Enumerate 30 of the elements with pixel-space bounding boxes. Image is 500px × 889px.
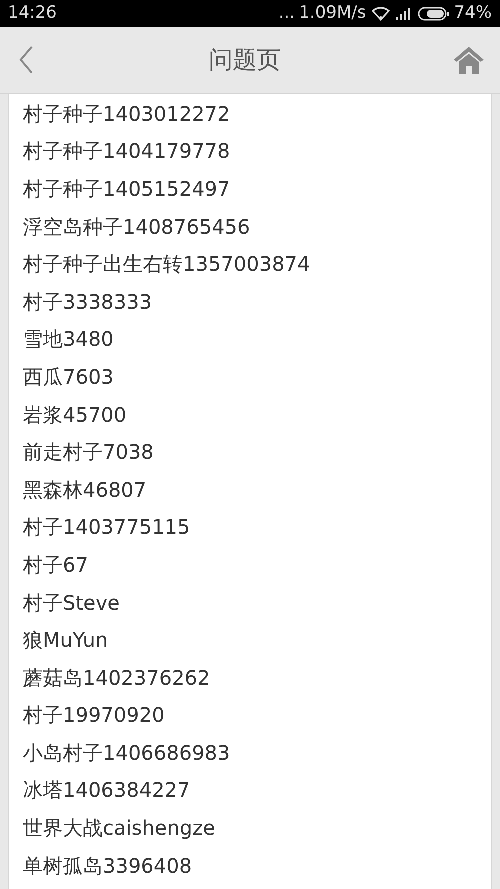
page-title: 问题页 [209,45,281,76]
list-item[interactable]: 村子67 [9,546,491,584]
list-item[interactable]: 冰塔1406384227 [9,772,491,810]
list-item[interactable]: 村子Steve [9,584,491,622]
list-item[interactable]: 狼MuYun [9,621,491,659]
signal-icon [396,8,412,20]
list-item[interactable]: 单树孤岛3396408 [9,846,491,884]
list-item[interactable]: 村子种子1405152497 [9,170,491,208]
list-item[interactable]: 世界大战caishengze [9,809,491,847]
list-item[interactable]: 村子3338333 [9,282,491,321]
more-dots: ... [278,2,296,25]
list-item[interactable]: 村子1403775115 [9,508,491,546]
list-item[interactable]: 村子种子1404179778 [9,132,491,170]
list-item[interactable]: 村子种子1403012272 [9,95,491,133]
list-item[interactable]: 雪地3480 [9,320,491,358]
battery-icon [418,6,450,20]
list-item[interactable]: 岩浆45700 [9,396,491,434]
list-item[interactable]: 村子种子出生右转1357003874 [9,245,491,283]
battery-percent: 74% [454,2,492,25]
list-item[interactable]: 蘑菇岛1402376262 [9,658,491,696]
list-item[interactable]: 浮空岛种子1408765456 [9,208,491,246]
list-item[interactable]: 西瓜7603 [9,358,491,396]
list-item[interactable]: 村子19970920 [9,696,491,734]
clock: 14:26 [8,2,57,25]
wifi-icon [372,6,390,20]
network-speed: 1.09M/s [299,2,366,25]
list-item[interactable]: 黑森林46807 [9,470,491,509]
list-item[interactable]: 小岛村子1406686983 [9,734,491,772]
home-button[interactable] [452,45,486,75]
list-item[interactable]: 前走村子7038 [9,433,491,471]
